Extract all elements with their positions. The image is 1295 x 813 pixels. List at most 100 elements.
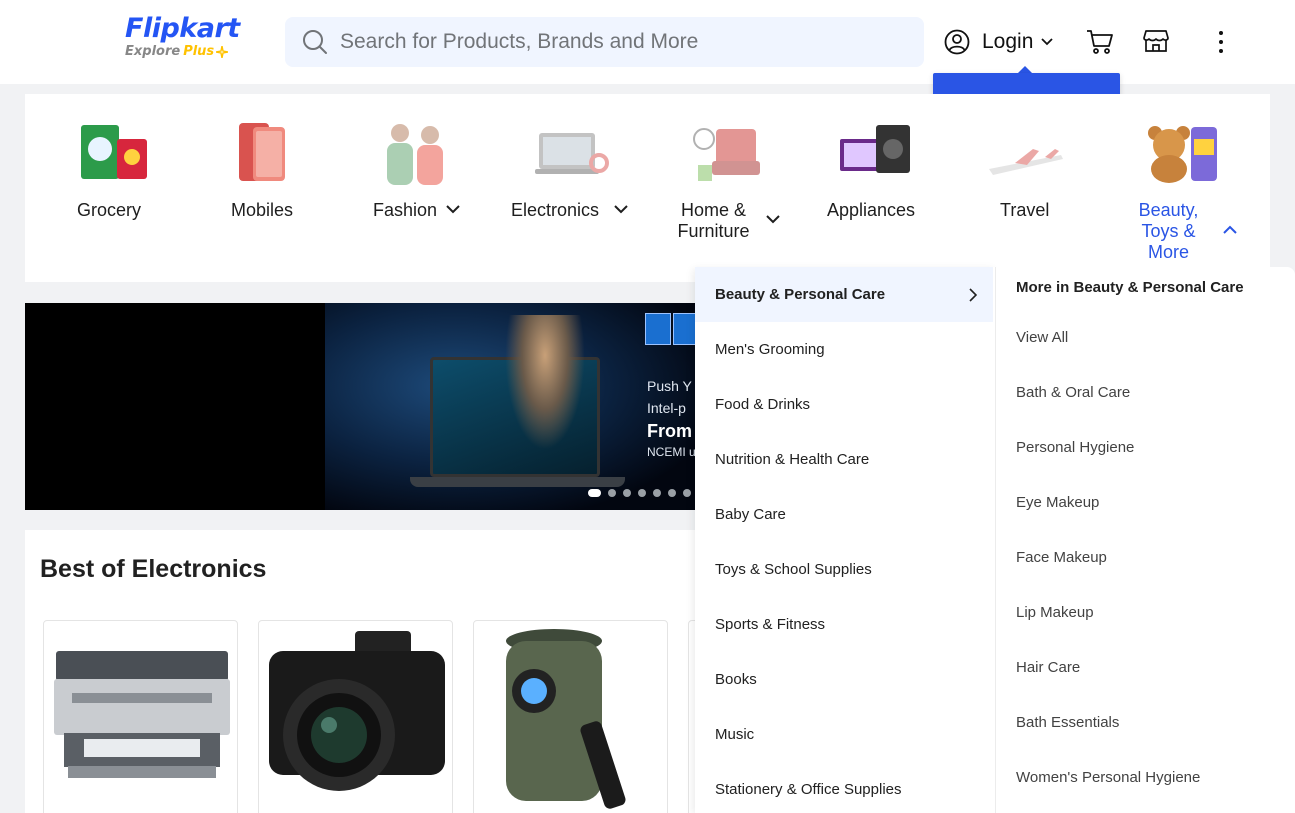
subcategory-link[interactable]: Personal Hygiene [1016,439,1134,456]
carousel-dot[interactable] [683,489,691,497]
store-icon[interactable] [1143,28,1169,54]
promo-banner[interactable]: Push Y Intel-p From NCEMI u [25,303,695,510]
subcategory-link[interactable]: Face Makeup [1016,549,1107,566]
login-button[interactable]: Login [944,27,1054,57]
flyout-item-label: Nutrition & Health Care [715,451,870,468]
flyout-item-label: Beauty & Personal Care [715,286,886,303]
flyout-item-label: Men's Grooming [715,341,825,358]
chevron-right-icon [969,287,977,302]
flyout-item-label: Food & Drinks [715,396,811,413]
category-label: Appliances [827,200,916,220]
subcategory-link[interactable]: View All [1016,329,1068,346]
flyout-item-stationery[interactable]: Stationery & Office Supplies [695,762,993,813]
category-electronics[interactable]: Electronics [511,94,631,282]
flyout-item-label: Music [715,726,755,743]
category-label: Travel [1000,200,1050,220]
category-label-line: Toys & [1141,221,1196,241]
intel-chip-badge [673,313,695,345]
more-vertical-icon[interactable] [1211,29,1231,55]
category-mobiles[interactable]: Mobiles [225,94,305,282]
category-appliances[interactable]: Appliances [825,94,925,282]
fashion-image [387,124,443,185]
flyout-item-beauty-personal-care[interactable]: Beauty & Personal Care [695,267,993,322]
grocery-image [81,125,147,179]
carousel-dot[interactable] [623,489,631,497]
chevron-up-icon [1223,225,1237,234]
electronics-image [535,133,609,174]
category-beauty-toys-more[interactable]: Beauty, Toys & More [1130,94,1250,282]
product-card-camera[interactable] [258,620,453,813]
category-bar: Grocery Mobiles Fashion Electronics Home… [25,94,1270,282]
section-title: Best of Electronics [40,555,267,583]
logo-subtitle: Explore Plus [125,44,240,60]
subcategory-panel: More in Beauty & Personal Care View All … [995,267,1295,813]
flyout-item-baby-care[interactable]: Baby Care [695,487,993,542]
category-label: Home & Furniture [671,200,756,242]
category-label-line: Beauty, [1138,200,1199,220]
category-home-furniture[interactable]: Home & Furniture [671,94,791,282]
search-input[interactable] [340,30,900,54]
flyout-item-food-drinks[interactable]: Food & Drinks [695,377,993,432]
beauty-toys-image [1148,126,1217,183]
login-popup-arrow [1018,66,1032,73]
category-label: Grocery [77,200,142,220]
cart-icon[interactable] [1086,28,1114,56]
banner-text-line: Intel-p [647,400,686,416]
category-label: Mobiles [231,200,294,220]
product-card-printer[interactable] [43,620,238,813]
category-travel[interactable]: Travel [985,94,1065,282]
subcategory-link[interactable]: Bath & Oral Care [1016,384,1130,401]
appliances-image [840,125,910,173]
subcategory-link[interactable]: Women's Personal Hygiene [1016,769,1200,786]
carousel-dot[interactable] [588,489,601,497]
flyout-item-books[interactable]: Books [695,652,993,707]
chevron-down-icon [446,205,460,214]
chevron-down-icon [1041,38,1054,46]
banner-laptop-base [410,477,625,487]
logo-explore: Explore [125,44,181,59]
carousel-dots [588,489,691,497]
flyout-item-nutrition-health[interactable]: Nutrition & Health Care [695,432,993,487]
flyout-item-music[interactable]: Music [695,707,993,762]
category-label-line: Furniture [677,221,750,241]
logo-text: Flipkart [125,13,240,44]
travel-image [989,149,1063,175]
camera-image [269,631,445,791]
carousel-dot[interactable] [653,489,661,497]
mobiles-image [239,123,285,181]
subcategory-link[interactable]: Eye Makeup [1016,494,1099,511]
flyout-item-label: Books [715,671,757,688]
flyout-item-toys-school[interactable]: Toys & School Supplies [695,542,993,597]
flyout-item-label: Stationery & Office Supplies [715,781,902,798]
category-label: Beauty, Toys & More [1130,200,1207,263]
search-bar[interactable] [285,17,924,67]
banner-knight-image [505,315,585,450]
flyout-item-mens-grooming[interactable]: Men's Grooming [695,322,993,377]
subcategory-link[interactable]: Hair Care [1016,659,1080,676]
chevron-down-icon [766,215,780,224]
carousel-dot[interactable] [638,489,646,497]
category-fashion[interactable]: Fashion [370,94,470,282]
top-header: Flipkart Explore Plus Login [0,0,1295,84]
subcategory-link[interactable]: Lip Makeup [1016,604,1094,621]
product-card-projector[interactable] [473,620,668,813]
banner-text-line: Push Y [647,378,692,394]
category-grocery[interactable]: Grocery [71,94,151,282]
category-label: Fashion [373,200,438,220]
category-label-line: Home & [680,200,747,220]
carousel-dot[interactable] [668,489,676,497]
flyout-item-sports-fitness[interactable]: Sports & Fitness [695,597,993,652]
category-label: Electronics [511,200,600,220]
banner-text-line: NCEMI u [647,445,695,459]
carousel-dot[interactable] [608,489,616,497]
subcategory-link[interactable]: Bath Essentials [1016,714,1119,731]
banner-text-line: From [647,421,692,441]
chevron-down-icon [614,205,628,214]
flyout-item-label: Baby Care [715,506,786,523]
projector-image [506,629,626,809]
flyout-item-label: Sports & Fitness [715,616,826,633]
category-flyout-menu: Beauty & Personal Care Men's Grooming Fo… [695,267,995,813]
plus-star-icon [216,46,229,58]
flipkart-logo[interactable]: Flipkart Explore Plus [125,14,240,60]
search-icon [303,30,327,54]
